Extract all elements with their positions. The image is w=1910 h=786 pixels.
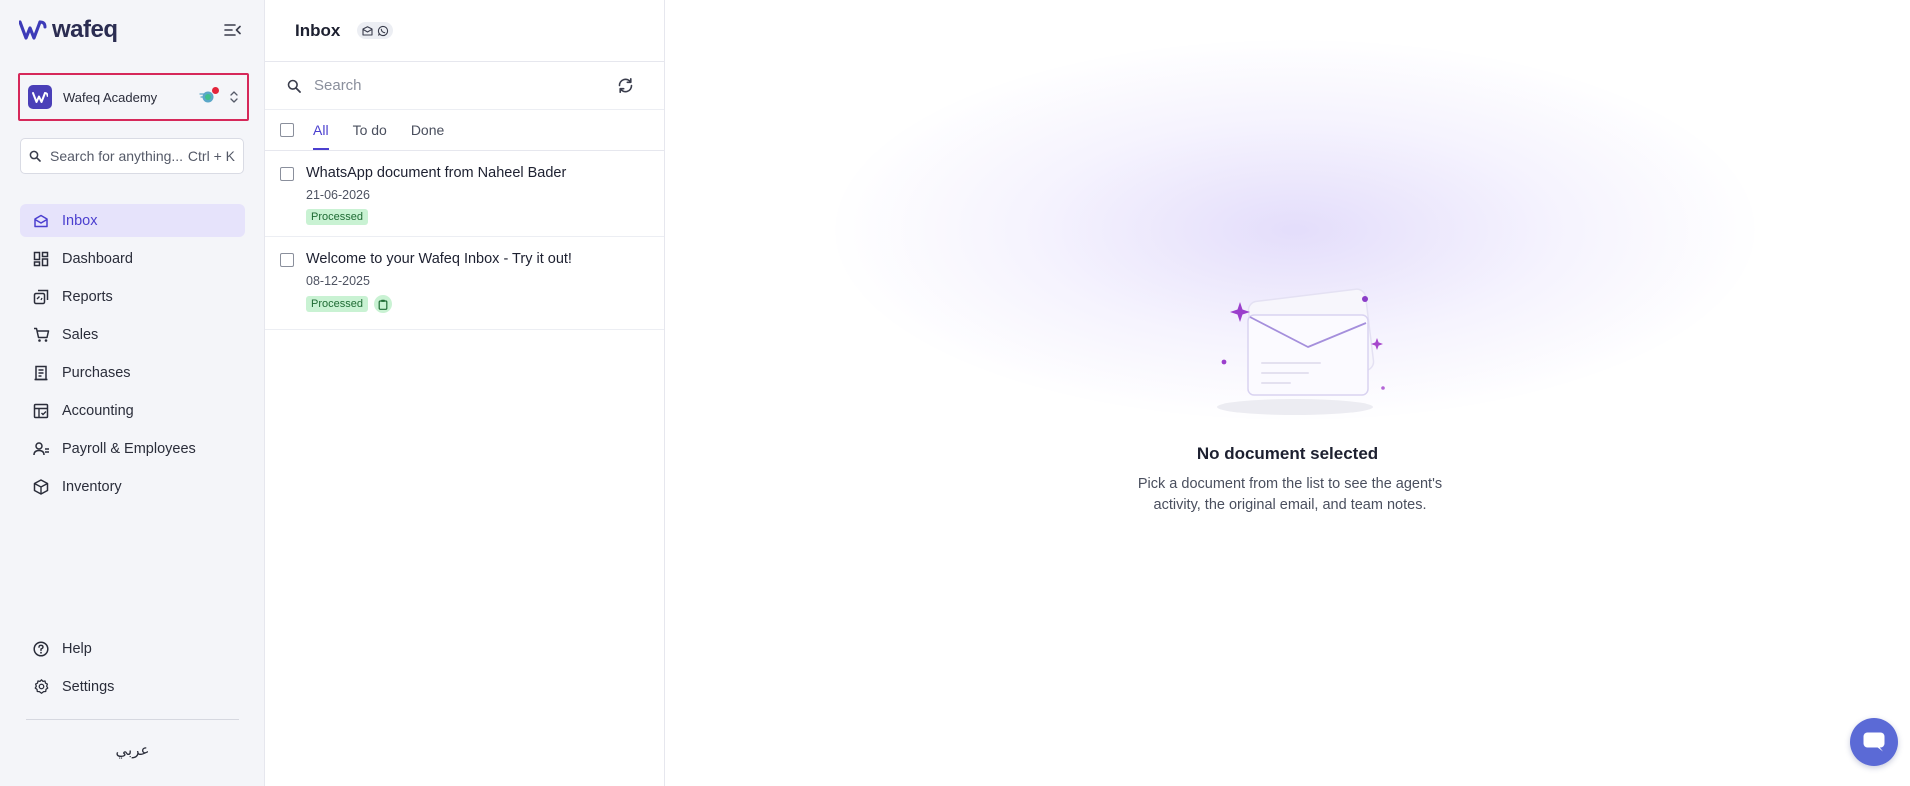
- organization-logo: [28, 85, 52, 109]
- inbox-icon: [32, 212, 50, 230]
- reports-icon: [32, 288, 50, 306]
- organization-name: Wafeq Academy: [63, 89, 158, 105]
- app-logo[interactable]: wafeq: [19, 16, 118, 44]
- main-navigation: Inbox Dashboard Reports Sales Purchases: [20, 204, 245, 508]
- help-icon: [32, 640, 50, 658]
- sidebar-item-label: Purchases: [62, 364, 131, 381]
- inbox-item-body: Welcome to your Wafeq Inbox - Try it out…: [306, 237, 572, 329]
- sync-status-icon: [199, 87, 219, 105]
- email-channel-icon: [361, 24, 374, 37]
- inbox-item-tags: Processed: [306, 295, 572, 313]
- tab-done[interactable]: Done: [411, 110, 444, 150]
- item-checkbox[interactable]: [280, 253, 294, 267]
- inbox-item-title: Welcome to your Wafeq Inbox - Try it out…: [306, 251, 572, 267]
- sidebar-item-label: Settings: [62, 678, 115, 695]
- inbox-item-date: 08-12-2025: [306, 274, 370, 288]
- sidebar-item-label: Help: [62, 640, 92, 657]
- status-badge: Processed: [306, 209, 368, 225]
- receipt-icon: [32, 364, 50, 382]
- app-logo-text: wafeq: [52, 16, 118, 43]
- chevron-up-down-icon: [230, 91, 238, 103]
- tab-all[interactable]: All: [313, 110, 329, 150]
- clipboard-icon: [378, 299, 388, 310]
- select-all-checkbox[interactable]: [280, 123, 294, 137]
- refresh-button[interactable]: [617, 77, 634, 94]
- ledger-icon: [32, 402, 50, 420]
- wafeq-mark-icon: [32, 91, 48, 103]
- dashboard-icon: [32, 250, 50, 268]
- sidebar-item-settings[interactable]: Settings: [20, 670, 245, 703]
- sidebar-item-dashboard[interactable]: Dashboard: [20, 242, 245, 275]
- organization-switcher[interactable]: Wafeq Academy: [18, 73, 249, 121]
- sidebar-item-inventory[interactable]: Inventory: [20, 470, 245, 503]
- inbox-list-item[interactable]: Welcome to your Wafeq Inbox - Try it out…: [265, 237, 664, 330]
- inbox-item-title: WhatsApp document from Naheel Bader: [306, 165, 567, 181]
- inbox-tabs: All To do Done: [265, 110, 664, 151]
- global-search-placeholder: Search for anything...: [50, 148, 184, 164]
- sidebar-item-payroll[interactable]: Payroll & Employees: [20, 432, 245, 465]
- sidebar-item-reports[interactable]: Reports: [20, 280, 245, 313]
- global-search-input[interactable]: Search for anything... Ctrl + K: [20, 138, 244, 174]
- status-badge: Processed: [306, 296, 368, 312]
- people-icon: [32, 440, 50, 458]
- support-chat-button[interactable]: [1850, 718, 1898, 766]
- sidebar-item-label: Sales: [62, 326, 99, 343]
- document-detail-panel: No document selected Pick a document fro…: [665, 0, 1910, 786]
- whatsapp-channel-icon: [376, 24, 389, 37]
- collapse-sidebar-button[interactable]: [222, 20, 242, 40]
- inbox-item-body: WhatsApp document from Naheel Bader 21-0…: [306, 151, 566, 236]
- chat-icon: [1863, 732, 1885, 752]
- document-badge: [373, 295, 392, 313]
- inbox-list-item[interactable]: WhatsApp document from Naheel Bader 21-0…: [265, 151, 664, 237]
- sidebar-item-accounting[interactable]: Accounting: [20, 394, 245, 427]
- sidebar-item-label: Inbox: [62, 212, 98, 229]
- sidebar-item-label: Payroll & Employees: [62, 440, 196, 457]
- tab-to-do[interactable]: To do: [353, 110, 387, 150]
- inbox-item-tags: Processed: [306, 209, 566, 225]
- sidebar-divider: [26, 719, 239, 720]
- empty-state-description: Pick a document from the list to see the…: [1137, 476, 1443, 513]
- empty-inbox-illustration: [1190, 285, 1390, 425]
- search-icon: [29, 150, 41, 162]
- keyboard-shortcut-hint: Ctrl + K: [187, 148, 235, 164]
- item-checkbox[interactable]: [280, 167, 294, 181]
- empty-state-title: No document selected: [1196, 444, 1379, 463]
- sidebar-item-sales[interactable]: Sales: [20, 318, 245, 351]
- sidebar: wafeq Wafeq Academy Search for anything.…: [0, 0, 265, 786]
- gear-icon: [32, 678, 50, 696]
- inbox-search-input[interactable]: [314, 77, 617, 94]
- inbox-channels[interactable]: [357, 22, 394, 39]
- sidebar-item-label: Inventory: [62, 478, 122, 495]
- collapse-menu-icon: [223, 24, 241, 36]
- wafeq-logo-icon: [19, 20, 47, 40]
- sidebar-item-help[interactable]: Help: [20, 632, 245, 665]
- inbox-search-bar: [265, 62, 664, 110]
- cart-icon: [32, 326, 50, 344]
- inbox-item-date: 21-06-2026: [306, 188, 370, 202]
- sidebar-item-label: Reports: [62, 288, 113, 305]
- sidebar-item-purchases[interactable]: Purchases: [20, 356, 245, 389]
- sidebar-item-label: Accounting: [62, 402, 134, 419]
- sidebar-item-inbox[interactable]: Inbox: [20, 204, 245, 237]
- search-icon: [287, 79, 301, 93]
- refresh-icon: [618, 78, 633, 93]
- box-icon: [32, 478, 50, 496]
- inbox-list-panel: Inbox All To do Done: [265, 0, 665, 786]
- notification-dot: [212, 87, 219, 94]
- sidebar-item-label: Dashboard: [62, 250, 133, 267]
- secondary-navigation: Help Settings: [20, 632, 245, 708]
- language-toggle[interactable]: عربي: [0, 741, 265, 759]
- inbox-header: Inbox: [265, 0, 664, 62]
- page-title: Inbox: [295, 20, 341, 40]
